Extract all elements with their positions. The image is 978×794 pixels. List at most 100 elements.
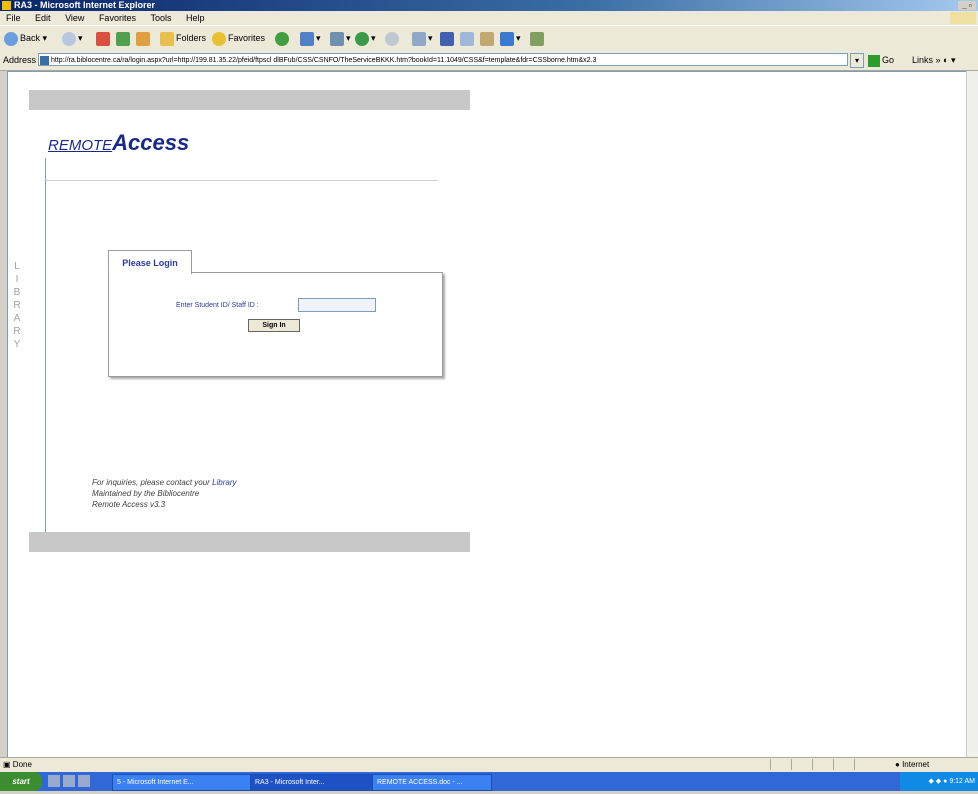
home-button[interactable]	[136, 30, 152, 47]
library-vertical-text: L I B R A R Y	[10, 260, 24, 351]
print-icon	[330, 31, 344, 46]
links-button[interactable]: Links » ◐ ▾	[912, 50, 956, 70]
globe-icon: ●	[895, 760, 900, 769]
footer-band	[29, 532, 470, 552]
ie-toolbar-icon: ◐	[943, 55, 949, 65]
menu-view[interactable]: View	[59, 11, 90, 25]
forward-arrow-icon	[62, 31, 76, 46]
folders-button[interactable]: Folders	[160, 30, 206, 47]
address-dropdown-button[interactable]: ▾	[850, 53, 864, 68]
security-zone: ● Internet	[895, 760, 930, 769]
history-button[interactable]	[275, 30, 291, 47]
page-done-icon: ▣	[3, 760, 11, 769]
page-icon	[40, 56, 49, 65]
library-letter: R	[13, 300, 21, 311]
outlook-quicklaunch-icon[interactable]	[63, 775, 75, 787]
menu-help[interactable]: Help	[180, 11, 211, 25]
ie-quicklaunch-icon[interactable]	[48, 775, 60, 787]
toolbar: Back ▾ ▾ Folders Favorites ▾ ▾ ▾ ▾ ▾	[0, 25, 978, 52]
refresh-icon	[116, 31, 130, 46]
footer-info: For inquiries, please contact your Libra…	[92, 477, 237, 510]
vertical-divider	[45, 158, 46, 532]
home-icon	[136, 31, 150, 46]
library-letter: I	[15, 274, 19, 285]
library-letter: B	[13, 287, 21, 298]
page-viewport: REMOTEAccess L I B R A R Y Please Login …	[7, 71, 967, 759]
footer-maintained: Maintained by the Bibliocentre	[92, 489, 200, 498]
menu-edit[interactable]: Edit	[29, 11, 57, 25]
horizontal-divider	[45, 180, 438, 181]
menu-favorites[interactable]: Favorites	[93, 11, 142, 25]
go-button[interactable]: Go	[868, 53, 894, 67]
library-link[interactable]: Library	[212, 478, 236, 487]
stop-icon	[96, 31, 110, 46]
library-letter: R	[13, 326, 21, 337]
menu-bar: File Edit View Favorites Tools Help	[0, 11, 978, 25]
cut-icon	[440, 31, 454, 46]
mail-button[interactable]: ▾	[300, 30, 321, 47]
back-button[interactable]: Back ▾	[4, 30, 47, 47]
ie-icon	[2, 1, 11, 10]
login-box: Enter Student ID/ Staff ID : Sign In	[108, 272, 443, 377]
window-title: RA3 - Microsoft Internet Explorer	[14, 0, 156, 10]
print-button[interactable]: ▾	[330, 30, 351, 47]
menu-file[interactable]: File	[0, 11, 27, 25]
edit-icon	[412, 31, 426, 46]
status-text: ▣ Done	[3, 760, 32, 769]
tray-icons: ◆ ◆ ●	[928, 778, 950, 785]
start-button[interactable]: start	[0, 772, 42, 791]
paste-icon	[480, 31, 494, 46]
vertical-scrollbar[interactable]	[966, 71, 978, 757]
header-band	[29, 90, 470, 110]
stop-button[interactable]	[96, 30, 112, 47]
paste-button[interactable]	[480, 30, 496, 47]
taskbar-item-active[interactable]: RA3 - Microsoft Inter...	[250, 774, 375, 791]
window-controls[interactable]: _ ▫	[958, 1, 976, 10]
library-letter: A	[13, 313, 21, 324]
windows-flag-icon	[950, 12, 976, 24]
status-bar: ▣ Done ● Internet	[0, 757, 978, 772]
discuss-button[interactable]	[385, 30, 401, 47]
address-label: Address	[3, 55, 37, 65]
copy-icon	[460, 31, 474, 46]
cut-button[interactable]	[440, 30, 456, 47]
messenger-icon	[355, 31, 369, 46]
address-input[interactable]: http://ra.biblocentre.ca/ra/login.aspx?u…	[38, 53, 848, 66]
menu-tools[interactable]: Tools	[144, 11, 177, 25]
research-icon	[500, 31, 514, 46]
copy-button[interactable]	[460, 30, 476, 47]
library-letter: L	[14, 261, 20, 272]
folder-icon	[160, 31, 174, 46]
student-id-input[interactable]	[298, 298, 376, 312]
logo-access-text: Access	[112, 130, 190, 155]
back-arrow-icon	[4, 31, 18, 46]
research-button[interactable]: ▾	[500, 30, 521, 47]
mail-icon	[300, 31, 314, 46]
taskbar: start 5 - Microsoft Internet E... RA3 - …	[0, 772, 978, 791]
logo-remote-text: REMOTE	[48, 137, 113, 154]
size-button[interactable]	[530, 30, 546, 47]
system-tray: ◆ ◆ ● 9:12 AM	[900, 772, 978, 791]
messenger-button[interactable]: ▾	[355, 30, 376, 47]
sign-in-button[interactable]: Sign In	[248, 319, 300, 332]
remote-access-logo: REMOTEAccess	[48, 130, 189, 156]
favorites-button[interactable]: Favorites	[212, 30, 265, 47]
refresh-button[interactable]	[116, 30, 132, 47]
forward-button[interactable]: ▾	[62, 30, 83, 47]
desktop-quicklaunch-icon[interactable]	[78, 775, 90, 787]
address-bar: Address http://ra.biblocentre.ca/ra/logi…	[0, 50, 978, 71]
clock: 9:12 AM	[949, 778, 975, 785]
student-id-label: Enter Student ID/ Staff ID :	[176, 302, 259, 309]
taskbar-item[interactable]: 5 - Microsoft Internet E...	[112, 774, 252, 791]
go-arrow-icon	[868, 54, 880, 67]
size-icon	[530, 31, 544, 46]
footer-contact: For inquiries, please contact your Libra…	[92, 478, 237, 487]
discuss-icon	[385, 31, 399, 46]
library-letter: Y	[13, 339, 21, 350]
edit-button[interactable]: ▾	[412, 30, 433, 47]
taskbar-item[interactable]: REMOTE ACCESS.doc - ...	[372, 774, 492, 791]
quick-launch	[48, 775, 93, 794]
login-tab: Please Login	[108, 250, 192, 274]
history-icon	[275, 31, 289, 46]
star-icon	[212, 31, 226, 46]
